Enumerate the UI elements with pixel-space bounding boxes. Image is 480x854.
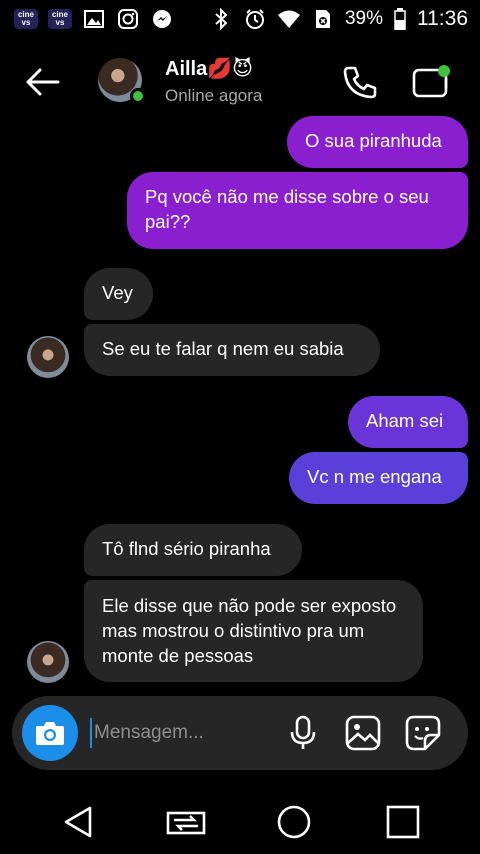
nav-switch-icon[interactable] [164, 800, 208, 844]
message-bubble-outgoing[interactable]: Pq você não me disse sobre o seu pai?? [127, 172, 468, 249]
contact-name[interactable]: Ailla💋😈 [165, 56, 253, 81]
alarm-icon [243, 8, 267, 30]
wifi-icon [277, 8, 301, 30]
message-bubble-incoming[interactable]: Vey [84, 268, 153, 320]
message-bubble-outgoing[interactable]: O sua piranhuda [287, 116, 468, 168]
image-icon [82, 8, 106, 30]
chat-header: Ailla💋😈 Online agora [0, 42, 480, 122]
battery-percent: 39% [344, 8, 383, 29]
message-bubble-incoming[interactable]: Ele disse que não pode ser exposto mas m… [84, 580, 423, 682]
nav-recents-icon[interactable] [381, 800, 425, 844]
sender-avatar[interactable] [27, 336, 69, 378]
nav-back-icon[interactable] [56, 800, 100, 844]
status-bar: cine vs cine vs 39% 11:36 [0, 0, 480, 38]
back-arrow-icon[interactable] [22, 62, 62, 102]
no-sim-icon [311, 8, 335, 30]
microphone-icon[interactable] [284, 714, 322, 752]
camera-icon [36, 722, 64, 745]
message-bubble-incoming[interactable]: Tô flnd sério piranha [84, 524, 302, 576]
messenger-icon [150, 8, 174, 30]
sender-avatar[interactable] [27, 641, 69, 683]
bluetooth-icon [209, 8, 233, 30]
message-bubble-incoming[interactable]: Se eu te falar q nem eu sabia [84, 324, 380, 376]
phone-call-icon[interactable] [340, 62, 380, 102]
contact-avatar[interactable] [98, 58, 146, 104]
online-indicator [130, 88, 146, 104]
battery-icon [393, 8, 407, 30]
system-nav-bar [0, 790, 480, 854]
clock: 11:36 [417, 7, 468, 30]
video-call-icon[interactable] [410, 62, 454, 102]
gallery-icon[interactable] [344, 714, 382, 752]
message-bubble-outgoing[interactable]: Vc n me engana [289, 452, 468, 504]
cine-app-icon: cine vs [14, 9, 38, 29]
camera-button[interactable] [22, 705, 78, 761]
message-input[interactable] [90, 718, 280, 748]
message-bubble-outgoing[interactable]: Aham sei [348, 396, 468, 448]
instagram-icon [116, 8, 140, 30]
message-composer [12, 696, 468, 770]
sticker-icon[interactable] [404, 714, 442, 752]
nav-home-icon[interactable] [272, 800, 316, 844]
contact-status: Online agora [165, 86, 263, 105]
cine-app-icon-2: cine vs [48, 9, 72, 29]
